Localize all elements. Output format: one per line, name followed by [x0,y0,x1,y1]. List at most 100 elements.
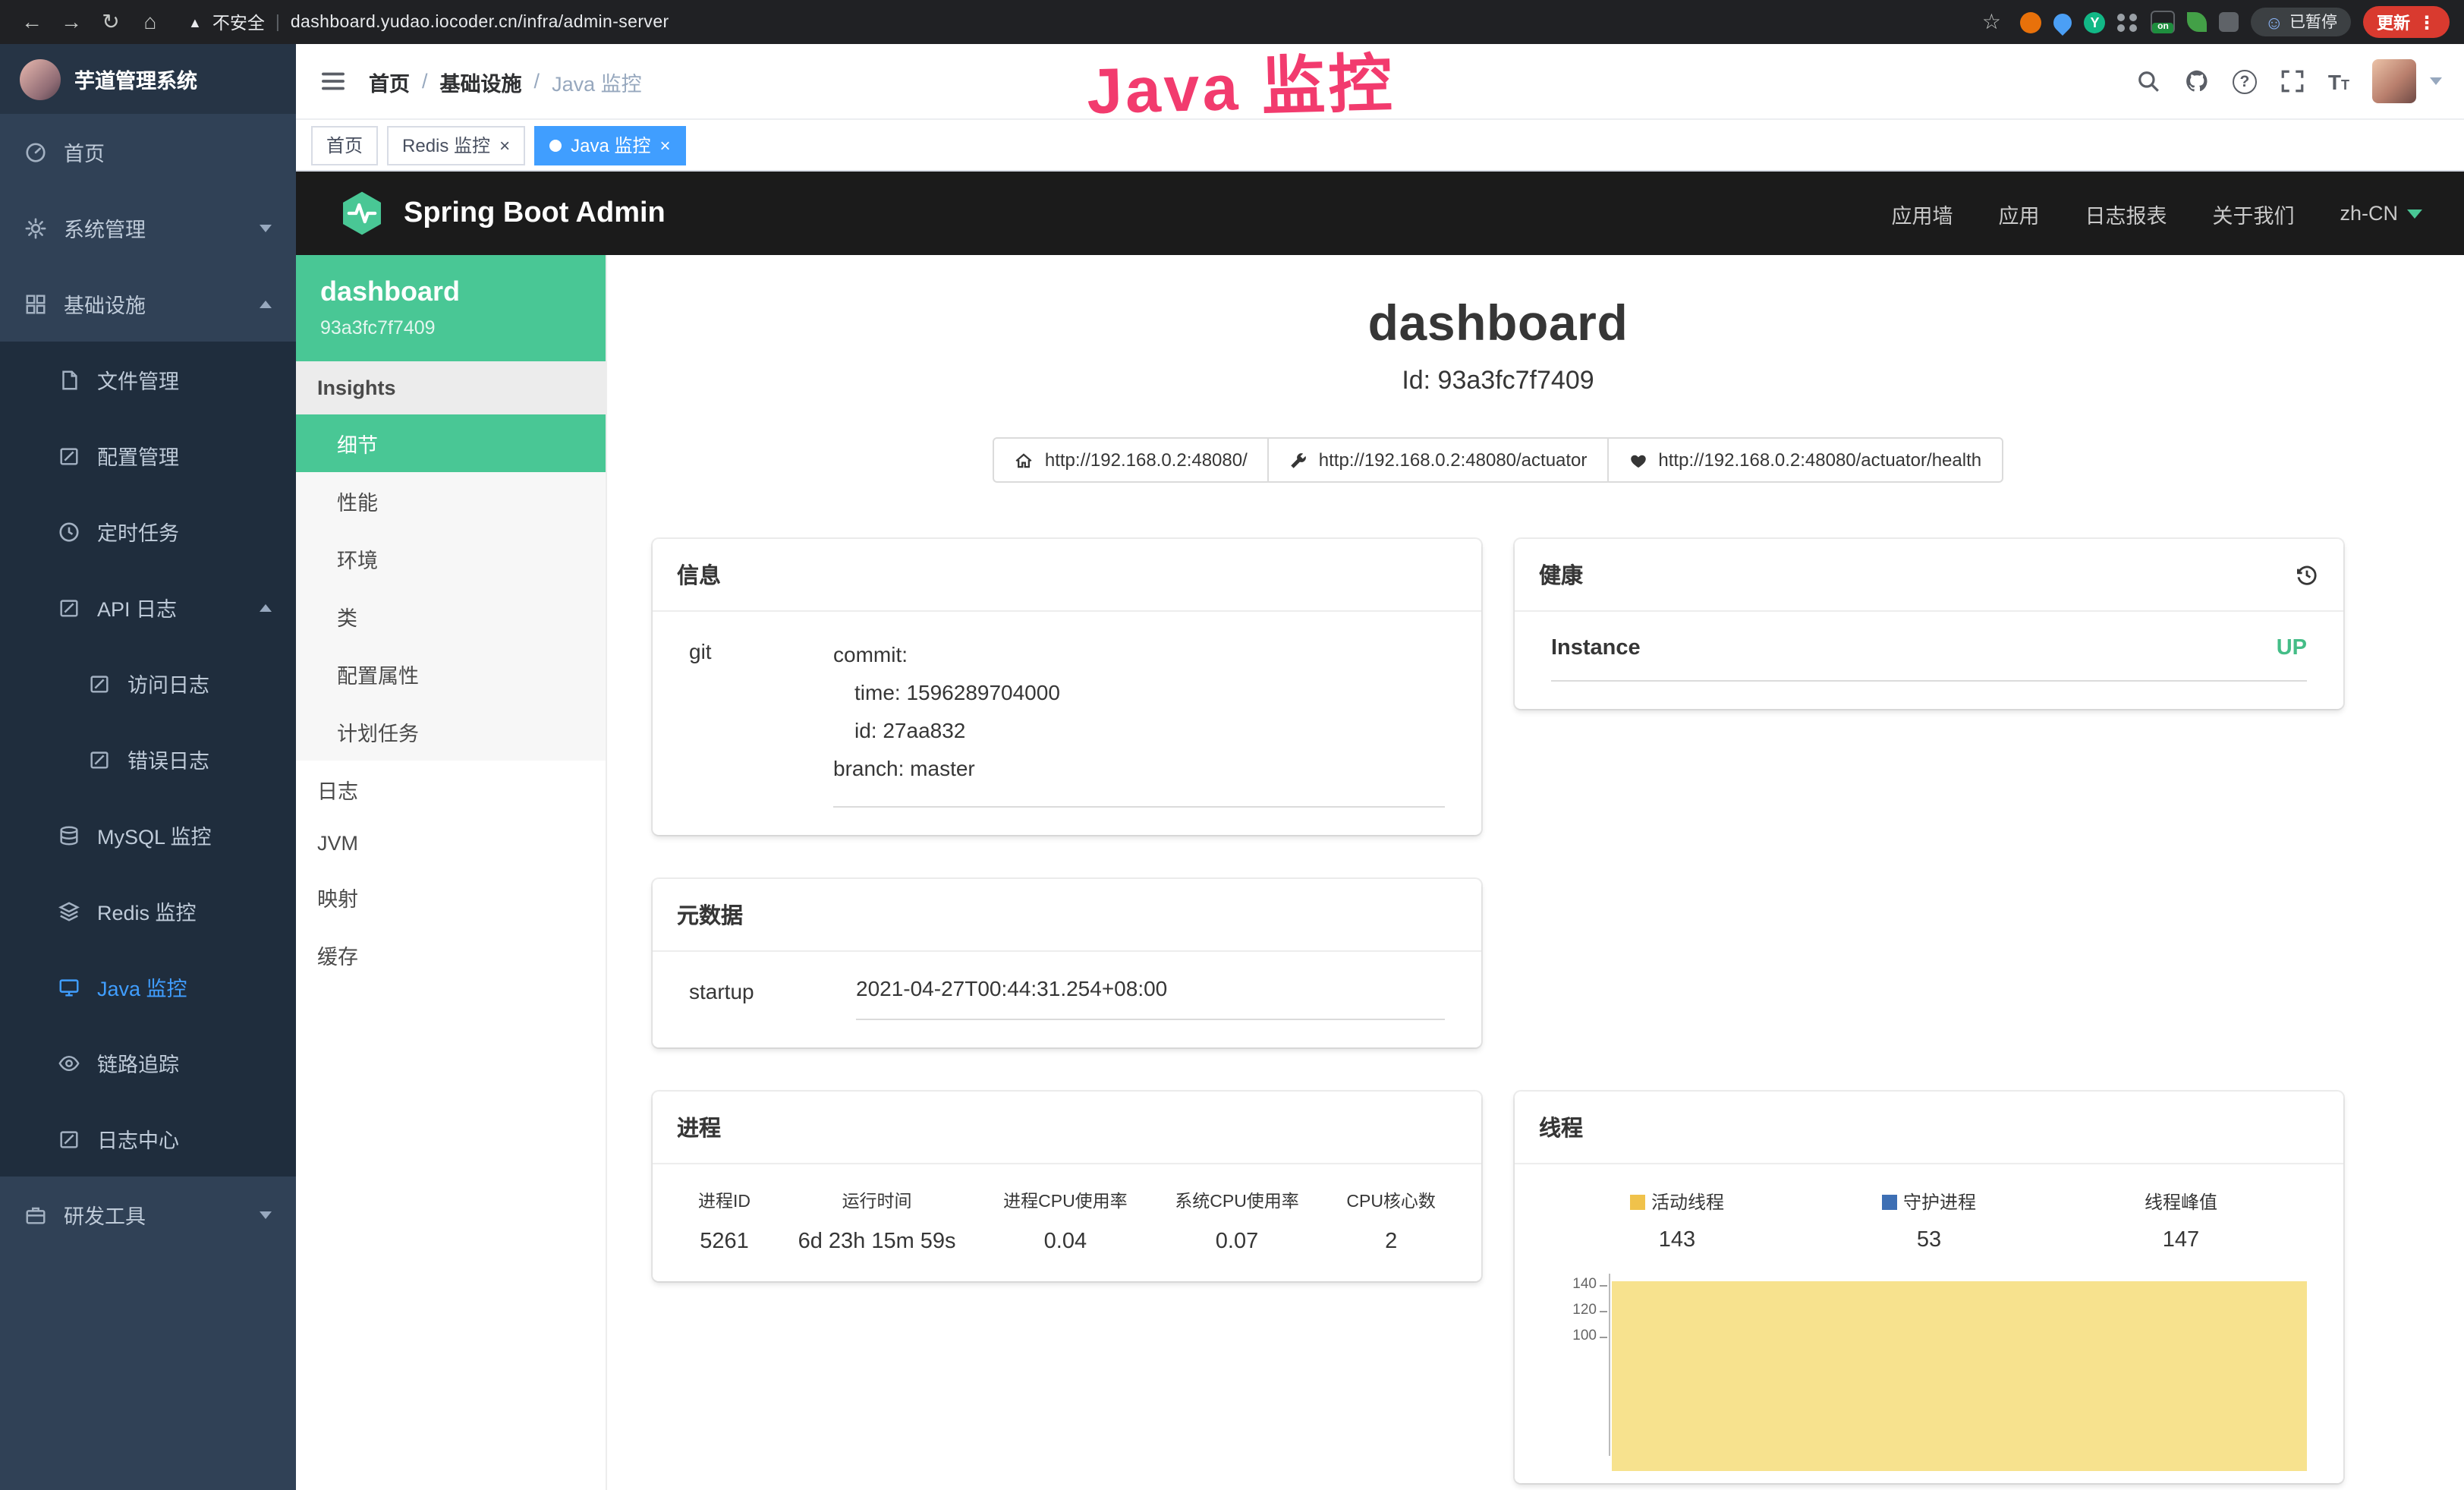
close-icon[interactable]: × [499,136,510,154]
legend-daemon-threads: 守护进程 53 [1803,1189,2055,1252]
sba-header: Spring Boot Admin 应用墙 应用 日志报表 关于我们 zh-CN [296,172,2464,255]
extension-icon[interactable] [2020,11,2041,33]
github-icon[interactable] [2184,68,2210,94]
sba-section-insights: Insights [296,361,606,414]
process-metric: 运行时间6d 23h 15m 59s [798,1189,956,1254]
process-metric: 进程CPU使用率0.04 [1003,1189,1128,1254]
sba-item-jvm[interactable]: JVM [296,818,606,868]
extensions-puzzle-icon[interactable] [2219,12,2239,32]
sidebar-item-error-log[interactable]: 错误日志 [0,721,296,797]
page-subtitle: Id: 93a3fc7f7409 [653,366,2343,396]
back-button[interactable]: ← [15,0,49,44]
extension-icon[interactable] [2117,11,2138,33]
sba-item-logs[interactable]: 日志 [296,761,606,818]
update-button[interactable]: 更新⋮ [2363,6,2450,38]
eye-icon [58,1051,80,1074]
sidebar-item-redis[interactable]: Redis 监控 [0,873,296,949]
sidebar-menu: 首页 系统管理 基础设施 文件管理 配置管理 定时任务 API 日志 访问日志 … [0,114,296,1252]
font-size-icon[interactable]: TT [2328,71,2349,92]
instance-link-health[interactable]: http://192.168.0.2:48080/actuator/health [1606,437,2003,483]
browser-toolbar-right: ☆ Y on ☺已暂停 更新⋮ [1975,0,2450,44]
threads-chart-yaxis: 140 120 100 [1551,1274,1609,1456]
sba-language-select[interactable]: zh-CN [2340,202,2422,225]
breadcrumb-section[interactable]: 基础设施 [440,66,522,96]
sba-instance-header[interactable]: dashboard 93a3fc7f7409 [296,255,606,361]
chevron-down-icon[interactable] [2430,77,2442,85]
sidebar-item-file[interactable]: 文件管理 [0,342,296,417]
info-value: commit: time: 1596289704000 id: 27aa832 … [833,636,1445,808]
extension-icon[interactable]: on [2151,11,2175,33]
extension-icon[interactable] [2050,9,2075,35]
browser-chrome: ← → ↻ ⌂ ▲ 不安全 | dashboard.yudao.iocoder.… [0,0,2464,44]
breadcrumb-home[interactable]: 首页 [369,66,410,96]
breadcrumb-current: Java 监控 [552,66,642,96]
help-icon[interactable]: ? [2233,69,2257,93]
fullscreen-icon[interactable] [2280,68,2305,94]
instance-id: 93a3fc7f7409 [320,317,581,339]
sidebar-item-config[interactable]: 配置管理 [0,417,296,493]
sba-nav-wallboard[interactable]: 应用墙 [1891,198,1953,228]
page-title: dashboard [653,295,2343,352]
metadata-value: 2021-04-27T00:44:31.254+08:00 [856,976,1445,1020]
breadcrumb: 首页 / 基础设施 / Java 监控 [369,66,642,96]
metadata-card: 元数据 startup 2021-04-27T00:44:31.254+08:0… [653,879,1481,1047]
chevron-up-icon [260,603,272,611]
chevron-down-icon [260,224,272,232]
forward-button[interactable]: → [55,0,88,44]
sidebar-item-java[interactable]: Java 监控 [0,949,296,1025]
sidebar-item-job[interactable]: 定时任务 [0,493,296,569]
tab-java-monitor[interactable]: Java 监控× [534,125,685,165]
sba-item-details[interactable]: 细节 [296,414,606,472]
process-card: 进程 进程ID5261 运行时间6d 23h 15m 59s 进程CPU使用率0… [653,1092,1481,1281]
sidebar-item-api-log[interactable]: API 日志 [0,569,296,645]
bookmark-star-icon[interactable]: ☆ [1975,0,2008,44]
info-row-git: git commit: time: 1596289704000 id: 27aa… [689,636,1445,808]
sidebar-item-access-log[interactable]: 访问日志 [0,645,296,721]
edit-icon [58,444,80,467]
sba-item-caches[interactable]: 缓存 [296,926,606,984]
topbar: 首页 / 基础设施 / Java 监控 ? TT [296,44,2464,120]
health-instance-row: Instance UP [1551,636,2307,682]
user-avatar[interactable] [2372,59,2416,103]
sba-item-scheduled-tasks[interactable]: 计划任务 [296,703,606,761]
sba-nav-journal[interactable]: 日志报表 [2085,198,2167,228]
sidebar-item-system[interactable]: 系统管理 [0,190,296,266]
sba-item-environment[interactable]: 环境 [296,530,606,587]
sba-item-classes[interactable]: 类 [296,587,606,645]
health-card-title: 健康 [1539,559,1583,591]
sidebar-item-index[interactable]: 首页 [0,114,296,190]
sba-brand[interactable]: Spring Boot Admin [338,190,666,237]
threads-card: 线程 活动线程 143 守护进程 53 [1515,1092,2343,1483]
app-title: 芋道管理系统 [74,64,197,94]
sba-nav-applications[interactable]: 应用 [1998,198,2039,228]
toolbox-icon [24,1203,47,1226]
search-icon[interactable] [2135,68,2161,94]
instance-link-actuator[interactable]: http://192.168.0.2:48080/actuator [1267,437,1609,483]
sba-item-config-props[interactable]: 配置属性 [296,645,606,703]
browser-menu-icon[interactable]: ⋮ [2418,11,2436,33]
sidebar-item-infra[interactable]: 基础设施 [0,266,296,342]
sidebar-item-trace[interactable]: 链路追踪 [0,1025,296,1101]
address-bar[interactable]: ▲ 不安全 | dashboard.yudao.iocoder.cn/infra… [188,10,669,34]
app-logo[interactable]: 芋道管理系统 [0,44,296,114]
tab-home[interactable]: 首页 [311,125,378,165]
sidebar-item-devtools[interactable]: 研发工具 [0,1177,296,1252]
sba-item-performance[interactable]: 性能 [296,472,606,530]
history-icon[interactable] [2295,562,2319,587]
sba-nav-about[interactable]: 关于我们 [2212,198,2294,228]
hamburger-icon[interactable] [319,67,348,96]
extension-icon[interactable]: Y [2084,11,2105,33]
sba-item-mappings[interactable]: 映射 [296,868,606,926]
browser-home-button[interactable]: ⌂ [134,0,167,44]
extension-icon[interactable] [2187,12,2207,32]
paused-badge[interactable]: ☺已暂停 [2251,8,2351,36]
sidebar-item-mysql[interactable]: MySQL 监控 [0,797,296,873]
tab-redis-monitor[interactable]: Redis 监控× [387,125,525,165]
sidebar-item-log-center[interactable]: 日志中心 [0,1101,296,1177]
reload-button[interactable]: ↻ [94,0,127,44]
instance-link-home[interactable]: http://192.168.0.2:48080/ [993,437,1269,483]
layers-icon [58,899,80,922]
close-icon[interactable]: × [659,136,670,154]
active-dot [549,139,562,151]
process-metric: 进程ID5261 [698,1189,751,1254]
